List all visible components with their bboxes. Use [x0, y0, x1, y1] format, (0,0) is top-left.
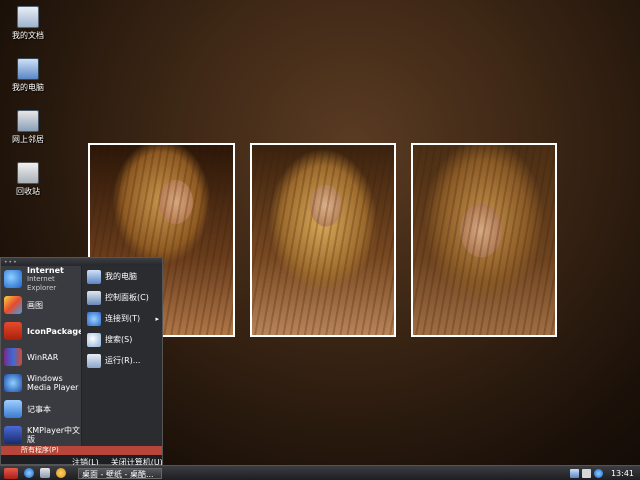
computer-icon: [87, 269, 101, 284]
desktop-icon-label: 我的文档: [12, 31, 44, 40]
kmplayer-icon: [4, 426, 22, 444]
start-item-subtitle: Internet Explorer: [27, 274, 57, 292]
desktop-icon-label: 回收站: [16, 187, 40, 196]
desktop-icon-label: 我的电脑: [12, 83, 44, 92]
all-programs-button[interactable]: 所有程序(P): [1, 446, 162, 455]
start-place-label: 运行(R)...: [105, 356, 141, 365]
start-item-kmplayer[interactable]: KMPlayer中文版: [1, 422, 81, 448]
start-item-title: WinRAR: [27, 352, 59, 362]
wallpaper-photo-2: [250, 143, 396, 337]
desktop-icon-label: 网上邻居: [12, 135, 44, 144]
start-item-winrar[interactable]: WinRAR: [1, 344, 81, 370]
submenu-arrow-icon: ▸: [155, 314, 159, 323]
start-place-run[interactable]: 运行(R)...: [82, 350, 162, 371]
desktop-icons: 我的文档 我的电脑 网上邻居 回收站: [4, 2, 52, 210]
wallpaper-photo-3: [411, 143, 557, 337]
connect-icon: [87, 311, 101, 326]
start-item-iconpackager[interactable]: IconPackager: [1, 318, 88, 344]
recycle-bin-icon: [17, 162, 39, 184]
start-item-title: KMPlayer中文版: [27, 426, 81, 444]
winrar-icon: [4, 348, 22, 366]
volume-tray-icon[interactable]: [581, 468, 591, 478]
search-icon: [87, 332, 101, 347]
start-item-title: 画图: [27, 300, 43, 310]
taskbar-window-button[interactable]: 桌面 - 壁纸 - 桌酷...: [78, 467, 162, 479]
iconpackager-icon: [4, 322, 22, 340]
start-place-label: 我的电脑: [105, 272, 137, 281]
media-player-icon[interactable]: [56, 468, 66, 478]
start-place-control-panel[interactable]: 控制面板(C): [82, 287, 162, 308]
start-item-title: 记事本: [27, 404, 51, 414]
start-item-paint[interactable]: 画图: [1, 292, 81, 318]
computer-icon: [17, 58, 39, 80]
start-place-connect-to[interactable]: 连接到(T) ▸: [82, 308, 162, 329]
run-icon: [87, 353, 101, 368]
start-item-title: Internet: [27, 265, 64, 275]
clock[interactable]: 13:41: [611, 469, 634, 478]
system-tray: 13:41: [567, 466, 640, 480]
start-menu: ••• Internet Internet Explorer 画图 IconPac…: [0, 257, 163, 465]
taskbar: 桌面 - 壁纸 - 桌酷... 13:41: [0, 465, 640, 480]
start-item-notepad[interactable]: 记事本: [1, 396, 81, 422]
start-button[interactable]: [4, 467, 18, 479]
start-menu-pinned-list: Internet Internet Explorer 画图 IconPackage…: [1, 266, 88, 448]
media-player-icon: [4, 374, 22, 392]
control-panel-icon: [87, 290, 101, 305]
desktop-icon-my-computer[interactable]: 我的电脑: [4, 54, 52, 106]
start-place-label: 控制面板(C): [105, 293, 149, 302]
start-place-label: 搜索(S): [105, 335, 133, 344]
paint-icon: [4, 296, 22, 314]
internet-explorer-icon[interactable]: [24, 468, 34, 478]
network-tray-icon[interactable]: [569, 468, 579, 478]
ie-tray-icon[interactable]: [593, 468, 603, 478]
start-place-label: 连接到(T): [105, 314, 141, 323]
desktop-icon-my-documents[interactable]: 我的文档: [4, 2, 52, 54]
network-places-icon: [17, 110, 39, 132]
start-item-media-player[interactable]: Windows Media Player: [1, 370, 81, 396]
desktop-icon-network-places[interactable]: 网上邻居: [4, 106, 52, 158]
start-menu-header: •••: [1, 258, 162, 266]
show-desktop-icon[interactable]: [40, 468, 50, 478]
start-menu-places-list: 我的电脑 控制面板(C) 连接到(T) ▸ 搜索(S) 运行(R)...: [81, 266, 162, 446]
desktop-icon-recycle-bin[interactable]: 回收站: [4, 158, 52, 210]
internet-explorer-icon: [4, 270, 22, 288]
start-place-search[interactable]: 搜索(S): [82, 329, 162, 350]
start-item-title: Windows Media Player: [27, 374, 79, 392]
notepad-icon: [4, 400, 22, 418]
start-place-my-computer[interactable]: 我的电脑: [82, 266, 162, 287]
start-item-title: IconPackager: [27, 326, 88, 336]
start-item-internet[interactable]: Internet Internet Explorer: [1, 266, 81, 292]
documents-folder-icon: [17, 6, 39, 28]
